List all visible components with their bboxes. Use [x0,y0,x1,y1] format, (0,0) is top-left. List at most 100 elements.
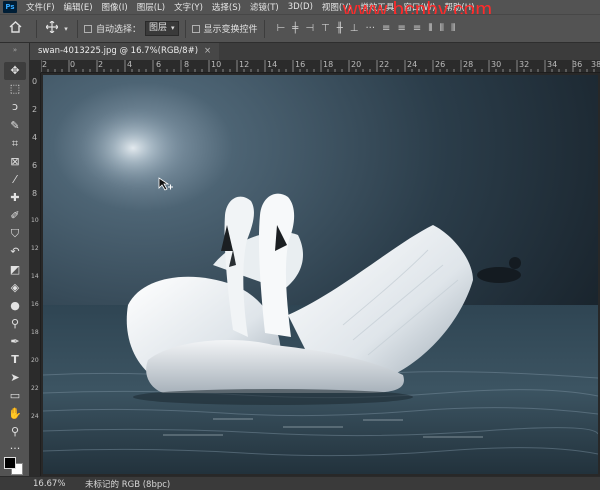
hand-tool-icon[interactable]: ✋ [4,405,26,423]
show-transform-label: 显示变换控件 [203,25,258,35]
zoom-level[interactable]: 16.67% [33,479,65,489]
eyedropper-tool-icon[interactable]: ⁄ [4,171,26,189]
ruler-label: 28 [463,60,474,69]
tools-panel: » ✥ ⬚ ↄ ✎ ⌗ ⊠ ⁄ ✚ ✐ ⛉ ↶ ◩ ◈ ● ⚲ ✒ T ➤ ▭ … [0,43,30,476]
ruler-label: 24 [31,413,39,420]
chevron-down-icon[interactable]: ▾ [61,25,71,33]
align-right-icon[interactable]: ⊣ [305,23,314,34]
ruler-label: 2 [98,60,104,69]
ruler-label: 16 [31,301,39,308]
align-controls: ⊢ ╪ ⊣ ⊤ ╫ ⊥ ··· ≡ ≡ ≡ ⦀ ⦀ ⦀ [277,23,456,34]
close-icon[interactable]: × [204,43,211,60]
horizontal-ruler[interactable]: 2 0 2 4 6 8 10 12 14 16 18 20 22 24 26 2… [41,60,600,73]
swan-photo[interactable] [43,75,598,474]
auto-select-value: 图层 [149,23,168,33]
menu-select[interactable]: 选择(S) [212,1,241,13]
crop-tool-icon[interactable]: ⌗ [4,135,26,153]
menu-edit[interactable]: 编辑(E) [64,1,93,13]
menu-image[interactable]: 图像(I) [102,1,128,13]
chevron-down-icon: ▾ [171,24,175,32]
panel-collapse-icon[interactable]: » [4,45,26,55]
ruler-label: 34 [547,60,558,69]
ruler-label: 2 [32,105,38,114]
paint-bucket-tool-icon[interactable]: ◈ [4,279,26,297]
clone-stamp-tool-icon[interactable]: ⛉ [4,225,26,243]
distribute-vcenter-icon[interactable]: ≡ [397,23,405,34]
foreground-color-swatch[interactable] [4,457,16,469]
divider [77,19,78,38]
ruler-label: 24 [407,60,418,69]
align-hcenter-icon[interactable]: ╪ [292,23,298,34]
menu-bar: Ps 文件(F) 编辑(E) 图像(I) 图层(L) 文字(Y) 选择(S) 滤… [0,0,600,21]
ruler-label: 8 [184,60,190,69]
ruler-label: 18 [323,60,334,69]
ruler-label: 32 [519,60,530,69]
distribute-top-icon[interactable]: ≡ [382,23,390,34]
distribute-hcenter-icon[interactable]: ⦀ [440,23,444,34]
dodge-tool-icon[interactable]: ⚲ [4,315,26,333]
distribute-left-icon[interactable]: ⦀ [428,23,432,34]
ruler-label: 22 [379,60,390,69]
ruler-label: 4 [127,60,133,69]
canvas-area[interactable] [41,73,600,476]
marquee-tool-icon[interactable]: ⬚ [4,80,26,98]
divider [263,19,265,38]
ruler-label: 6 [156,60,162,69]
distribute-right-icon[interactable]: ⦀ [451,23,455,34]
ruler-label: 12 [31,245,39,252]
history-brush-tool-icon[interactable]: ↶ [4,243,26,261]
align-left-icon[interactable]: ⊢ [277,23,286,34]
frame-tool-icon[interactable]: ⊠ [4,153,26,171]
status-bar: 16.67% 未标记的 RGB (8bpc) [0,476,600,490]
ruler-label: 10 [211,60,222,69]
photoshop-logo[interactable]: Ps [3,1,17,13]
ruler-label: 14 [267,60,278,69]
ruler-corner[interactable] [30,60,41,73]
more-tools-icon[interactable]: ··· [4,440,26,458]
auto-select-checkbox[interactable] [84,24,92,33]
healing-brush-tool-icon[interactable]: ✚ [4,189,26,207]
cursor-icon [158,177,173,191]
menu-filter[interactable]: 滤镜(T) [250,1,279,13]
ruler-label: 8 [32,189,38,198]
divider [36,19,37,38]
path-select-tool-icon[interactable]: ➤ [4,369,26,387]
ruler-label: 2 [42,60,48,69]
ruler-label: 18 [31,329,39,336]
align-vcenter-icon[interactable]: ╫ [337,23,343,34]
ruler-label: 20 [351,60,362,69]
align-top-icon[interactable]: ⊤ [321,23,330,34]
show-transform-checkbox[interactable] [191,24,200,33]
align-bottom-icon[interactable]: ⊥ [350,23,359,34]
menu-3d[interactable]: 3D(D) [288,2,313,12]
brush-tool-icon[interactable]: ✐ [4,207,26,225]
ruler-label: 38 [591,60,600,69]
home-icon[interactable] [0,21,30,36]
ruler-label: 14 [31,273,39,280]
quick-select-tool-icon[interactable]: ✎ [4,117,26,135]
color-profile: 未标记的 RGB (8bpc) [85,479,171,490]
eraser-tool-icon[interactable]: ◩ [4,261,26,279]
pen-tool-icon[interactable]: ✒ [4,333,26,351]
document-tab[interactable]: swan-4013225.jpg @ 16.7%(RGB/8#) × [30,43,220,60]
options-bar: ▾ 自动选择： 图层 ▾ 显示变换控件 ⊢ ╪ ⊣ ⊤ ╫ ⊥ ··· ≡ ≡ … [0,14,600,43]
lasso-tool-icon[interactable]: ↄ [4,98,26,116]
ruler-label: 4 [32,133,38,142]
zoom-tool-icon[interactable]: ⚲ [4,423,26,441]
vertical-ruler[interactable]: 0 2 4 6 8 10 12 14 16 18 20 22 24 [30,73,41,476]
distribute-bottom-icon[interactable]: ≡ [413,23,421,34]
menu-type[interactable]: 文字(Y) [174,1,203,13]
document-tab-title: swan-4013225.jpg @ 16.7%(RGB/8#) [38,46,199,56]
move-tool-icon[interactable]: ✥ [4,62,26,80]
auto-select-dropdown[interactable]: 图层 ▾ [145,21,179,36]
blur-tool-icon[interactable]: ● [4,297,26,315]
ruler-label: 0 [32,77,38,86]
more-options-icon[interactable]: ··· [366,23,376,34]
menu-layer[interactable]: 图层(L) [137,1,165,13]
menu-file[interactable]: 文件(F) [26,1,55,13]
rectangle-tool-icon[interactable]: ▭ [4,387,26,405]
type-tool-icon[interactable]: T [4,351,26,369]
move-icon[interactable] [43,20,61,36]
document-tab-bar: swan-4013225.jpg @ 16.7%(RGB/8#) × [30,43,600,60]
ruler-label: 22 [31,385,39,392]
